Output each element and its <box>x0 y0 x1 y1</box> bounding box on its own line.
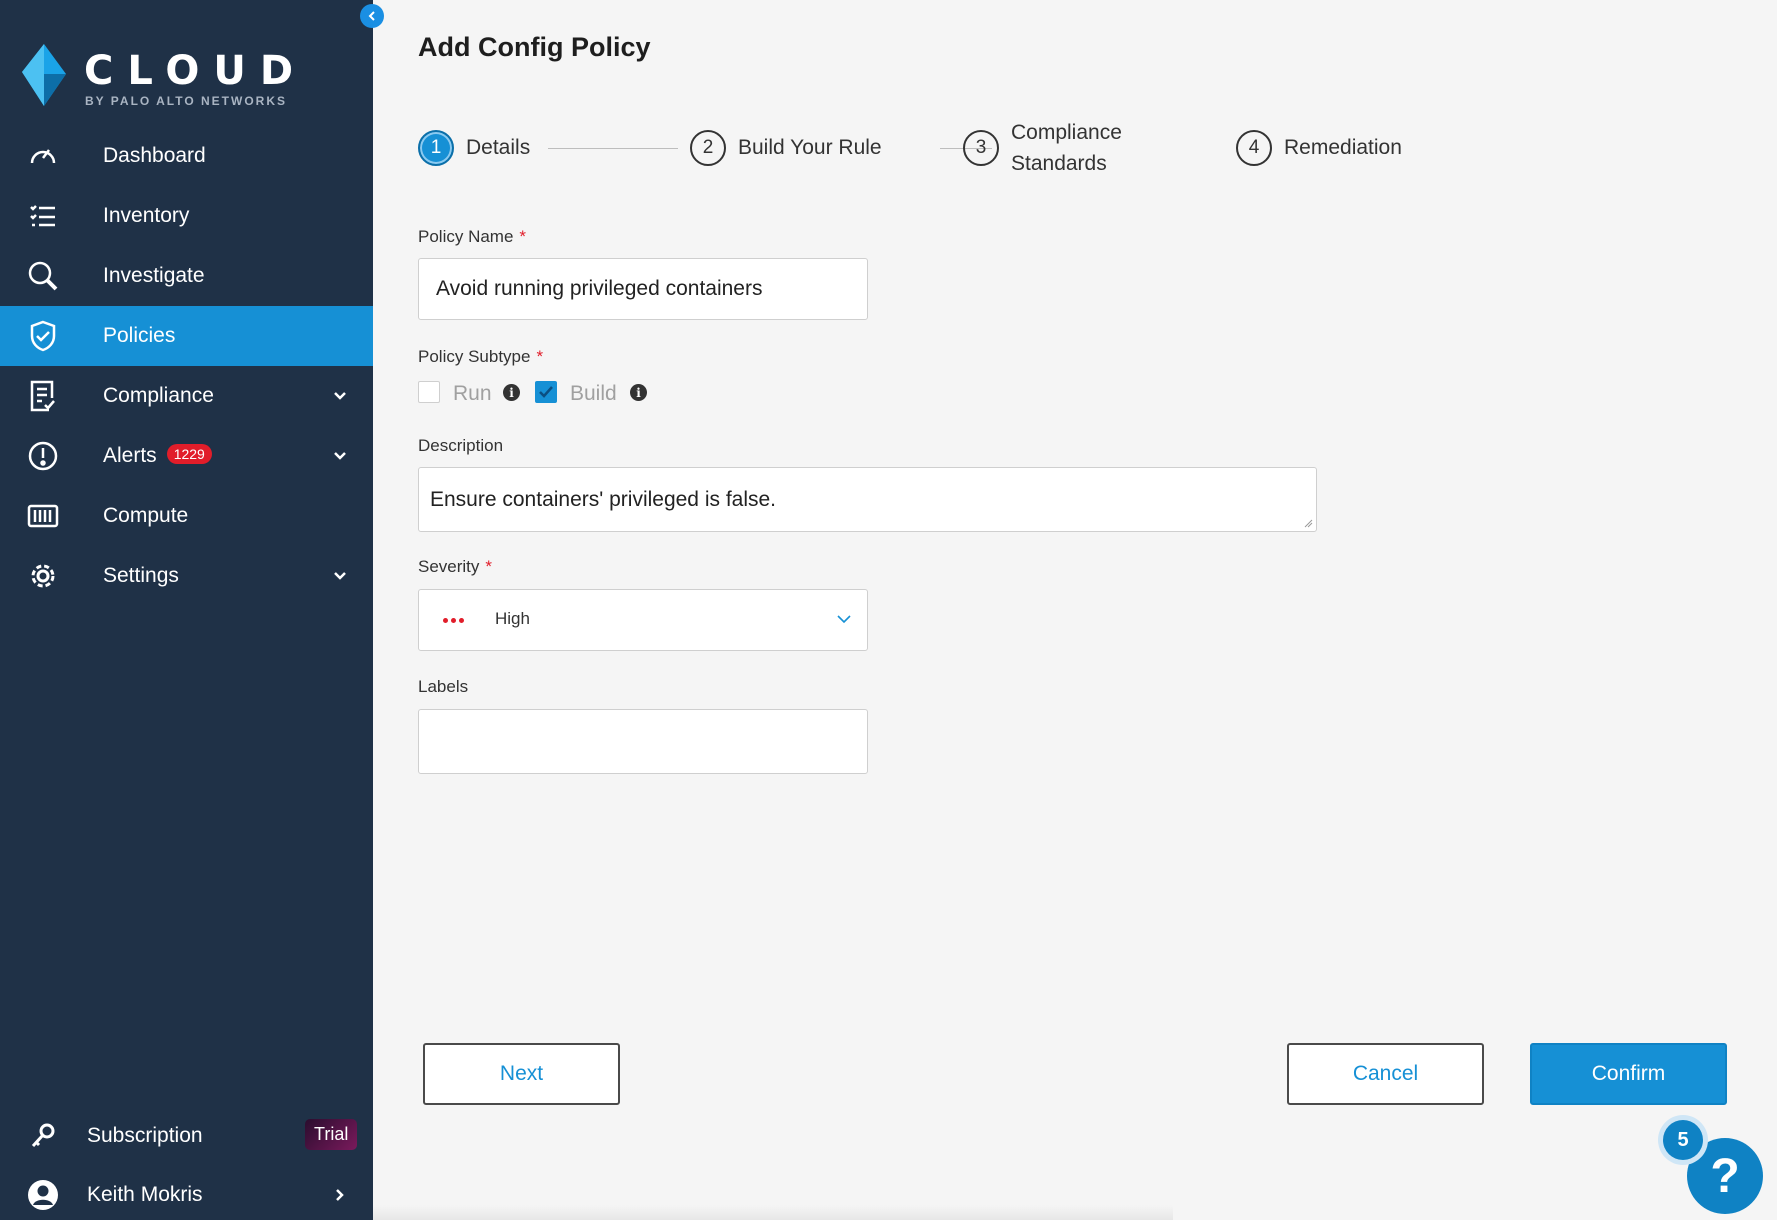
search-icon <box>26 259 60 293</box>
chevron-down-icon[interactable] <box>333 449 347 463</box>
sidebar-item-label: Settings <box>103 564 179 587</box>
step-2-label[interactable]: Build Your Rule <box>738 132 882 163</box>
policy-name-label: Policy Name * <box>418 227 526 247</box>
required-marker: * <box>485 557 493 576</box>
description-value: Ensure containers' privileged is false. <box>430 487 777 511</box>
severity-label: Severity * <box>418 557 492 577</box>
collapse-sidebar-button[interactable] <box>360 4 384 28</box>
step-3-label[interactable]: Compliance Standards <box>1011 117 1122 179</box>
step-1-circle[interactable]: 1 <box>418 130 454 166</box>
checkmark-icon <box>539 386 553 398</box>
labels-input[interactable] <box>418 709 868 774</box>
chevron-down-icon[interactable] <box>333 389 347 403</box>
run-checkbox-label[interactable]: Run <box>453 382 492 406</box>
run-checkbox[interactable] <box>418 381 440 403</box>
gauge-icon <box>26 139 60 173</box>
chevron-down-icon <box>837 615 851 624</box>
info-icon[interactable]: i <box>630 384 647 401</box>
alert-circle-icon <box>26 439 60 473</box>
chevron-right-icon[interactable] <box>333 1188 347 1202</box>
build-checkbox[interactable] <box>535 381 557 403</box>
stepper: 1 Details 2 Build Your Rule 3 Compliance… <box>418 118 1418 178</box>
sidebar-item-inventory[interactable]: Inventory <box>0 186 373 246</box>
user-icon <box>26 1178 60 1212</box>
required-marker: * <box>536 347 544 366</box>
cancel-button[interactable]: Cancel <box>1287 1043 1484 1105</box>
sidebar-item-settings[interactable]: Settings <box>0 546 373 606</box>
policy-name-input[interactable]: Avoid running privileged containers <box>418 258 868 320</box>
chevron-down-icon[interactable] <box>333 569 347 583</box>
main-content: Add Config Policy 1 Details 2 Build Your… <box>373 0 1777 1220</box>
sidebar-item-label: Compute <box>103 504 189 527</box>
main-nav: Dashboard Inventory Investigate Policies… <box>0 126 373 606</box>
policy-subtype-label: Policy Subtype * <box>418 347 543 367</box>
bottom-shadow <box>373 1205 1173 1220</box>
sidebar: CLOUD BY PALO ALTO NETWORKS Dashboard In… <box>0 0 373 1220</box>
sidebar-item-label: Inventory <box>103 204 190 227</box>
info-icon[interactable]: i <box>503 384 520 401</box>
sidebar-item-label: Compliance <box>103 384 214 407</box>
build-checkbox-label[interactable]: Build <box>570 382 617 406</box>
sidebar-item-label: Subscription <box>87 1124 203 1147</box>
confirm-button[interactable]: Confirm <box>1530 1043 1727 1105</box>
next-button[interactable]: Next <box>423 1043 620 1105</box>
sidebar-item-label: Alerts 1229 <box>103 444 212 468</box>
policy-subtype-label-text: Policy Subtype <box>418 347 531 366</box>
user-name: Keith Mokris <box>87 1183 203 1206</box>
sidebar-item-alerts[interactable]: Alerts 1229 <box>0 426 373 486</box>
help-count-badge[interactable]: 5 <box>1663 1120 1703 1160</box>
sidebar-item-investigate[interactable]: Investigate <box>0 246 373 306</box>
sidebar-item-label: Policies <box>103 324 176 347</box>
step-2-circle[interactable]: 2 <box>690 130 726 166</box>
sidebar-item-dashboard[interactable]: Dashboard <box>0 126 373 186</box>
sidebar-item-label: Dashboard <box>103 144 206 167</box>
severity-select[interactable]: High <box>418 589 868 651</box>
policy-name-label-text: Policy Name <box>418 227 514 246</box>
required-marker: * <box>519 227 527 246</box>
logo-subtitle: BY PALO ALTO NETWORKS <box>85 94 288 108</box>
step-connector <box>548 148 678 149</box>
sidebar-item-subscription[interactable]: Subscription Trial <box>0 1107 373 1165</box>
step-1-label[interactable]: Details <box>466 132 530 163</box>
sidebar-item-compute[interactable]: Compute <box>0 486 373 546</box>
step-3-circle[interactable]: 3 <box>963 130 999 166</box>
resize-grip-icon[interactable] <box>1304 519 1313 528</box>
severity-label-text: Severity <box>418 557 480 576</box>
sidebar-item-user[interactable]: Keith Mokris <box>0 1166 373 1220</box>
help-icon: ? <box>1710 1149 1740 1203</box>
chevron-left-icon <box>368 11 375 21</box>
labels-label: Labels <box>418 677 469 696</box>
step-3-label-line1: Compliance <box>1011 121 1122 144</box>
trial-badge: Trial <box>305 1119 358 1150</box>
sidebar-item-label: Investigate <box>103 264 205 287</box>
severity-value: High <box>495 609 530 628</box>
alerts-count-badge: 1229 <box>166 444 212 464</box>
sidebar-item-policies[interactable]: Policies <box>0 306 373 366</box>
shield-check-icon <box>26 319 60 353</box>
gear-icon <box>26 559 60 593</box>
logo-wordmark: CLOUD <box>84 48 308 94</box>
container-icon <box>26 499 60 533</box>
step-3-label-line2: Standards <box>1011 152 1107 175</box>
sidebar-item-compliance[interactable]: Compliance <box>0 366 373 426</box>
key-icon <box>26 1119 60 1153</box>
alerts-label: Alerts <box>103 444 157 467</box>
document-check-icon <box>26 379 60 413</box>
severity-high-icon <box>443 618 464 623</box>
page-title: Add Config Policy <box>418 32 651 62</box>
step-4-circle[interactable]: 4 <box>1236 130 1272 166</box>
step-4-label[interactable]: Remediation <box>1284 132 1402 163</box>
checklist-icon <box>26 199 60 233</box>
description-label: Description <box>418 436 504 455</box>
description-textarea[interactable]: Ensure containers' privileged is false. <box>418 467 1317 532</box>
prisma-logo-icon <box>22 44 66 106</box>
